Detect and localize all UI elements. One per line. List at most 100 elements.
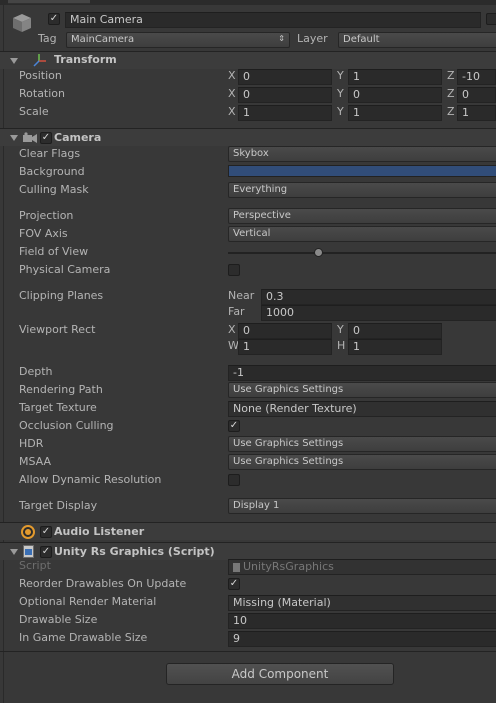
fov-axis-dropdown[interactable]: Vertical (228, 226, 496, 242)
hdr-dropdown[interactable]: Use Graphics Settings (228, 436, 496, 452)
camera-title: Camera (54, 131, 102, 144)
depth-field[interactable]: -1 (228, 365, 496, 381)
physical-camera-checkbox[interactable] (228, 264, 240, 276)
transform-icon (33, 53, 47, 67)
rotation-z-label[interactable]: Z (447, 87, 455, 101)
viewport-h-field[interactable]: 1 (348, 339, 442, 355)
script-component-title: Unity Rs Graphics (Script) (54, 545, 215, 558)
tag-dropdown[interactable]: MainCamera ⇕ (66, 32, 290, 48)
culling-mask-label: Culling Mask (19, 183, 89, 196)
background-color-swatch[interactable] (228, 165, 496, 177)
static-checkbox[interactable] (486, 13, 496, 25)
viewport-y-label[interactable]: Y (337, 323, 344, 337)
rendering-path-dropdown[interactable]: Use Graphics Settings (228, 382, 496, 398)
script-value: UnityRsGraphics (243, 560, 334, 573)
scale-y-label[interactable]: Y (337, 105, 344, 119)
rotation-label: Rotation (19, 87, 66, 100)
hdr-label: HDR (19, 437, 44, 450)
rendering-path-label: Rendering Path (19, 383, 103, 396)
panel-left-border (3, 5, 4, 703)
camera-enabled-checkbox[interactable]: ✓ (40, 132, 52, 144)
scale-z-field[interactable]: 1 (457, 105, 496, 121)
ingame-drawable-size-label: In Game Drawable Size (19, 631, 148, 644)
tag-value: MainCamera (71, 34, 135, 45)
rotation-y-label[interactable]: Y (337, 87, 344, 101)
target-texture-field[interactable]: None (Render Texture) (228, 401, 496, 417)
physical-camera-label: Physical Camera (19, 263, 111, 276)
viewport-w-field[interactable]: 1 (238, 339, 332, 355)
script-field: UnityRsGraphics (228, 559, 496, 575)
add-component-button[interactable]: Add Component (166, 663, 394, 685)
field-of-view-slider-track[interactable] (228, 252, 496, 254)
culling-mask-dropdown[interactable]: Everything (228, 182, 496, 198)
target-texture-label: Target Texture (19, 401, 97, 414)
position-x-field[interactable]: 0 (238, 69, 332, 85)
rotation-z-field[interactable]: 0 (457, 87, 496, 103)
gameobject-active-checkbox[interactable]: ✓ (48, 13, 60, 25)
viewport-x-field[interactable]: 0 (238, 323, 332, 339)
script-enabled-checkbox[interactable]: ✓ (40, 546, 52, 558)
render-material-label: Optional Render Material (19, 595, 157, 608)
target-display-label: Target Display (19, 499, 98, 512)
occlusion-culling-checkbox[interactable]: ✓ (228, 420, 240, 432)
clear-flags-dropdown[interactable]: Skybox (228, 146, 496, 162)
rotation-x-label[interactable]: X (228, 87, 236, 101)
target-display-dropdown[interactable]: Display 1 (228, 498, 496, 514)
transform-foldout-icon[interactable] (10, 58, 18, 64)
audio-listener-enabled-checkbox[interactable]: ✓ (40, 526, 52, 538)
msaa-dropdown[interactable]: Use Graphics Settings (228, 454, 496, 470)
near-label[interactable]: Near (228, 289, 254, 303)
dropdown-arrows-icon: ⇕ (278, 34, 285, 43)
render-material-field[interactable]: Missing (Material) (228, 595, 496, 611)
background-label: Background (19, 165, 85, 178)
field-of-view-slider-thumb[interactable] (314, 248, 323, 257)
position-z-field[interactable]: -10 (457, 69, 496, 85)
scale-y-field[interactable]: 1 (348, 105, 442, 121)
gameobject-name-input[interactable]: Main Camera (65, 12, 481, 28)
rotation-x-field[interactable]: 0 (238, 87, 332, 103)
script-label: Script (19, 559, 51, 572)
viewport-x-label[interactable]: X (228, 323, 236, 337)
clipping-planes-label: Clipping Planes (19, 289, 104, 302)
position-x-label[interactable]: X (228, 69, 236, 83)
audio-listener-title: Audio Listener (54, 525, 145, 538)
drawable-size-field[interactable]: 10 (228, 613, 496, 629)
far-field[interactable]: 1000 (261, 305, 496, 321)
scale-x-field[interactable]: 1 (238, 105, 332, 121)
position-y-label[interactable]: Y (337, 69, 344, 83)
viewport-h-label[interactable]: H (337, 339, 345, 353)
reorder-drawables-checkbox[interactable]: ✓ (228, 578, 240, 590)
scale-x-label[interactable]: X (228, 105, 236, 119)
projection-dropdown[interactable]: Perspective (228, 208, 496, 224)
scale-label: Scale (19, 105, 49, 118)
near-field[interactable]: 0.3 (261, 289, 496, 305)
far-label[interactable]: Far (228, 305, 245, 319)
position-z-label[interactable]: Z (447, 69, 455, 83)
dynamic-resolution-checkbox[interactable] (228, 474, 240, 486)
camera-icon (22, 132, 38, 144)
position-label: Position (19, 69, 62, 82)
layer-label: Layer (297, 32, 328, 45)
inspector-tab[interactable] (8, 0, 90, 4)
viewport-y-field[interactable]: 0 (348, 323, 442, 339)
script-file-icon (23, 545, 34, 558)
clear-flags-label: Clear Flags (19, 147, 81, 160)
ingame-drawable-size-field[interactable]: 9 (228, 631, 496, 647)
occlusion-culling-label: Occlusion Culling (19, 419, 114, 432)
camera-foldout-icon[interactable] (10, 135, 18, 141)
drawable-size-label: Drawable Size (19, 613, 98, 626)
field-of-view-label: Field of View (19, 245, 89, 258)
components-end-separator (0, 651, 496, 652)
depth-label: Depth (19, 365, 53, 378)
msaa-label: MSAA (19, 455, 52, 468)
layer-dropdown[interactable]: Default (338, 32, 496, 48)
fov-axis-label: FOV Axis (19, 227, 68, 240)
script-foldout-icon[interactable] (10, 549, 18, 555)
position-y-field[interactable]: 1 (348, 69, 442, 85)
reorder-drawables-label: Reorder Drawables On Update (19, 577, 187, 590)
viewport-rect-label: Viewport Rect (19, 323, 96, 336)
scale-z-label[interactable]: Z (447, 105, 455, 119)
script-asset-icon (233, 562, 240, 572)
tag-label: Tag (38, 32, 57, 45)
rotation-y-field[interactable]: 0 (348, 87, 442, 103)
